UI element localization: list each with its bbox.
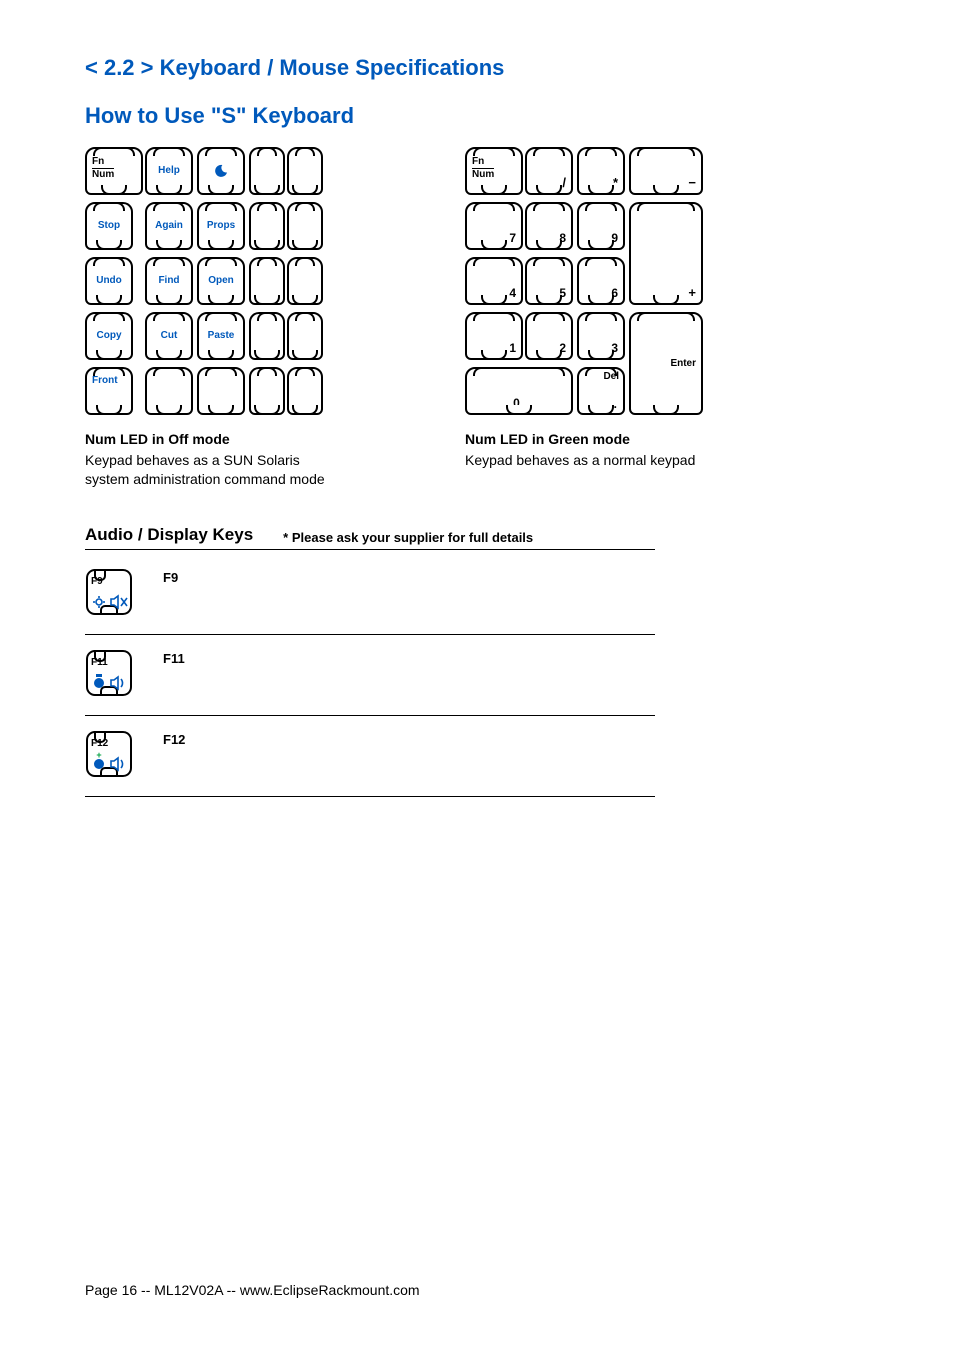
left-caption-body: Keypad behaves as a SUN Solaris system a… xyxy=(85,451,345,489)
key-blank-r4d xyxy=(287,367,323,415)
key-multiply: * xyxy=(577,147,625,195)
key-cut: Cut xyxy=(145,312,193,360)
audio-display-section: Audio / Display Keys * Please ask your s… xyxy=(85,525,655,797)
audio-key-f9-label: F9 xyxy=(163,568,178,585)
key-help: Help xyxy=(145,147,193,195)
right-caption-title: Num LED in Green mode xyxy=(465,431,735,447)
keycap-label: F9 xyxy=(91,576,103,587)
keycap-f12: F12 + xyxy=(85,730,133,778)
key-front: Front xyxy=(85,367,133,415)
key-blank-r2a xyxy=(249,257,285,305)
key-enter: Enter xyxy=(629,312,703,415)
moon-icon xyxy=(213,163,229,179)
key-undo: Undo xyxy=(85,257,133,305)
key-1: 1 xyxy=(465,312,523,360)
key-blank-r0b xyxy=(287,147,323,195)
key-blank-r1b xyxy=(287,202,323,250)
audio-key-f11-row: F11 - F11 xyxy=(85,641,655,716)
vol-up-icon: + xyxy=(94,750,104,769)
section-number: < 2.2 > Keyboard / Mouse Specifications xyxy=(85,55,869,81)
svg-text:F12: F12 xyxy=(91,738,109,749)
key-6: 6 xyxy=(577,257,625,305)
key-0: 0 xyxy=(465,367,573,415)
audio-key-f9-row: F9 F9 xyxy=(85,560,655,635)
key-plus: + xyxy=(629,202,703,305)
key-fn-num-right: Fn Num xyxy=(465,147,523,195)
key-blank-r1a xyxy=(249,202,285,250)
key-7: 7 xyxy=(465,202,523,250)
key-stop: Stop xyxy=(85,202,133,250)
key-2: 2 xyxy=(525,312,573,360)
audio-key-f11-label: F11 xyxy=(163,649,185,666)
key-3: 3 xyxy=(577,312,625,360)
left-caption-title: Num LED in Off mode xyxy=(85,431,345,447)
audio-section-note: * Please ask your supplier for full deta… xyxy=(283,530,533,545)
key-find: Find xyxy=(145,257,193,305)
key-divide: / xyxy=(525,147,573,195)
svg-text:F11: F11 xyxy=(91,657,108,668)
key-fn-num: Fn Num xyxy=(85,147,143,195)
audio-key-f12-label: F12 xyxy=(163,730,185,747)
audio-key-f12-row: F12 + F12 xyxy=(85,722,655,797)
key-blank-r4b xyxy=(197,367,245,415)
right-keyboard-block: Fn Num / * − 7 8 9 + 4 5 6 1 xyxy=(465,147,735,489)
key-again: Again xyxy=(145,202,193,250)
key-blank-r3b xyxy=(287,312,323,360)
key-blank-r4c xyxy=(249,367,285,415)
keycap-f9: F9 xyxy=(85,568,133,616)
svg-text:+: + xyxy=(96,750,101,760)
key-moon xyxy=(197,147,245,195)
keycap-f11: F11 - xyxy=(85,649,133,697)
key-blank-r0a xyxy=(249,147,285,195)
audio-section-title: Audio / Display Keys xyxy=(85,525,253,545)
key-paste: Paste xyxy=(197,312,245,360)
key-copy: Copy xyxy=(85,312,133,360)
right-caption-body: Keypad behaves as a normal keypad xyxy=(465,451,735,470)
key-blank-r3a xyxy=(249,312,285,360)
key-5: 5 xyxy=(525,257,573,305)
key-props: Props xyxy=(197,202,245,250)
key-open: Open xyxy=(197,257,245,305)
key-del: Del . xyxy=(577,367,625,415)
key-blank-r2b xyxy=(287,257,323,305)
key-4: 4 xyxy=(465,257,523,305)
key-9: 9 xyxy=(577,202,625,250)
left-keyboard-block: Fn Num Help Stop Again Props xyxy=(85,147,345,489)
page-footer: Page 16 -- ML12V02A -- www.EclipseRackmo… xyxy=(85,1282,420,1298)
key-8: 8 xyxy=(525,202,573,250)
vol-down-icon: - xyxy=(94,673,104,688)
page-subtitle: How to Use "S" Keyboard xyxy=(85,103,869,129)
key-blank-r4a xyxy=(145,367,193,415)
key-minus: − xyxy=(629,147,703,195)
